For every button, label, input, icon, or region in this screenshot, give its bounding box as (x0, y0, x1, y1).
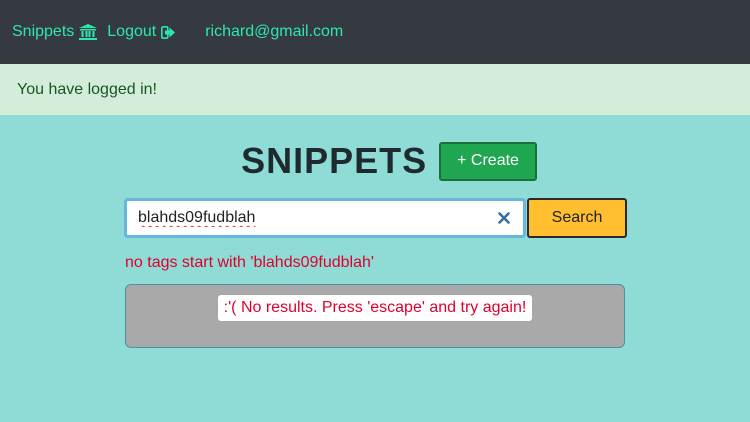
no-results-message: :'( No results. Press 'escape' and try a… (217, 295, 533, 321)
alert-message: You have logged in! (17, 80, 157, 98)
search-input[interactable] (127, 201, 523, 235)
search-row: Search (124, 198, 627, 238)
bank-icon (79, 24, 98, 40)
top-navbar: Snippets Logout richard@gmail.com (0, 0, 750, 64)
nav-logout-link[interactable]: Logout (107, 23, 176, 41)
nav-logout-label: Logout (107, 23, 157, 40)
nav-snippets-label: Snippets (12, 23, 75, 40)
search-box (124, 198, 526, 238)
search-button[interactable]: Search (527, 198, 627, 238)
page-title: SNIPPETS (241, 140, 428, 181)
create-button[interactable]: + Create (439, 141, 537, 181)
title-row: SNIPPETS + Create (0, 140, 750, 182)
main-content: SNIPPETS + Create Search no tags start w… (0, 115, 750, 422)
nav-snippets-link[interactable]: Snippets (12, 23, 98, 41)
tag-error-message: no tags start with 'blahds09fudblah' (125, 254, 374, 271)
user-email: richard@gmail.com (205, 23, 344, 40)
sign-out-icon (161, 25, 176, 39)
login-success-alert: You have logged in! (0, 64, 750, 115)
close-icon[interactable] (497, 211, 511, 225)
results-panel: :'( No results. Press 'escape' and try a… (125, 284, 625, 348)
